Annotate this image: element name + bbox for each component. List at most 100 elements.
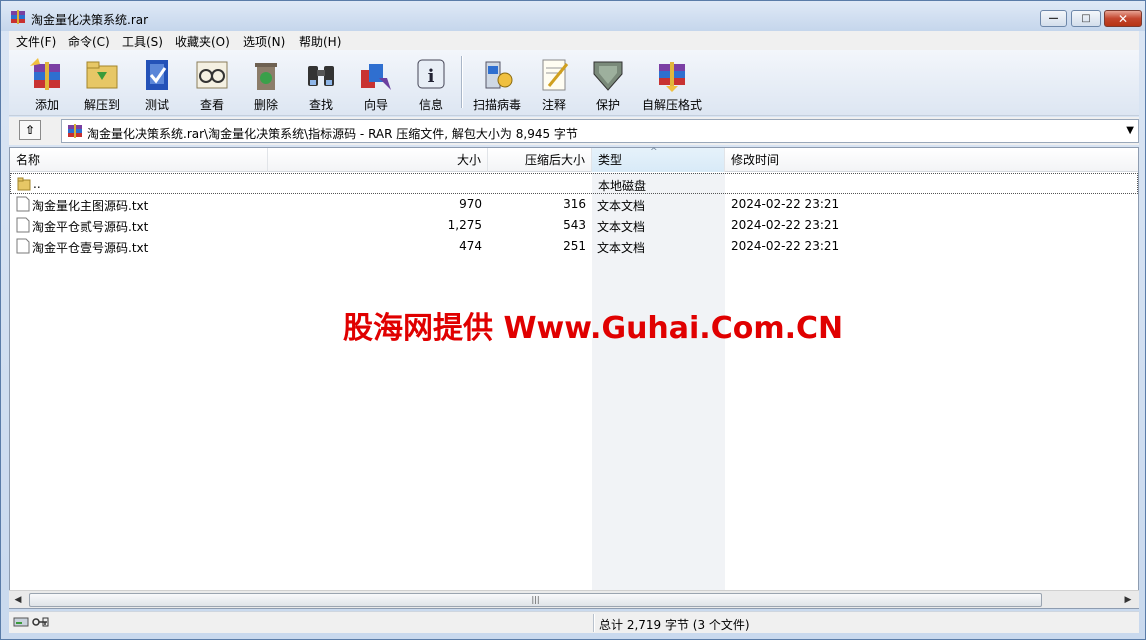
svg-text:i: i bbox=[428, 66, 435, 87]
close-icon: ✕ bbox=[1117, 11, 1129, 26]
file-name: .. bbox=[33, 177, 41, 191]
list-item[interactable]: 淘金平仓贰号源码.txt 1,275 543 文本文档 2024-02-22 2… bbox=[10, 215, 1138, 236]
rar-archive-icon bbox=[68, 124, 82, 138]
up-folder-button[interactable]: ⇧ bbox=[19, 120, 41, 140]
extract-to-button[interactable]: 解压到 bbox=[79, 52, 125, 114]
column-size-label: 大小 bbox=[456, 153, 481, 167]
file-modified: 2024-02-22 23:21 bbox=[731, 218, 840, 232]
toolbar: 添加 解压到 测试 查看 删除 查找 向导 i 信息 扫描病毒 注释 保护 自解… bbox=[9, 50, 1139, 116]
column-modified-label: 修改时间 bbox=[731, 153, 780, 167]
sort-ascending-icon: ^ bbox=[650, 147, 658, 157]
protect-label: 保护 bbox=[595, 98, 620, 112]
minimize-icon: — bbox=[1048, 12, 1059, 24]
view-button[interactable]: 查看 bbox=[189, 52, 235, 114]
maximize-icon: □ bbox=[1081, 12, 1091, 24]
delete-label: 删除 bbox=[253, 98, 278, 112]
winrar-window: 淘金量化决策系统.rar — □ ✕ 文件(F) 命令(C) 工具(S) 收藏夹… bbox=[0, 0, 1146, 640]
list-item-parent-folder[interactable]: .. 本地磁盘 bbox=[10, 173, 1138, 194]
text-file-icon bbox=[16, 196, 30, 212]
address-field[interactable]: 淘金量化决策系统.rar\淘金量化决策系统\指标源码 - RAR 压缩文件, 解… bbox=[61, 119, 1139, 143]
menu-bar: 文件(F) 命令(C) 工具(S) 收藏夹(O) 选项(N) 帮助(H) bbox=[9, 31, 1139, 50]
list-item[interactable]: 淘金量化主图源码.txt 970 316 文本文档 2024-02-22 23:… bbox=[10, 194, 1138, 215]
column-header-size[interactable]: 大小 bbox=[268, 148, 488, 172]
menu-options[interactable]: 选项(N) bbox=[241, 33, 287, 50]
comment-note-icon bbox=[542, 59, 569, 91]
info-label: 信息 bbox=[418, 98, 443, 112]
menu-help[interactable]: 帮助(H) bbox=[297, 33, 343, 50]
maximize-button[interactable]: □ bbox=[1071, 10, 1101, 27]
protect-button[interactable]: 保护 bbox=[585, 52, 631, 114]
test-label: 测试 bbox=[144, 98, 169, 112]
up-arrow-icon: ⇧ bbox=[24, 123, 36, 137]
toolbar-separator bbox=[461, 56, 463, 108]
delete-icon bbox=[255, 63, 277, 90]
scroll-right-icon[interactable]: ▶ bbox=[1121, 593, 1135, 607]
file-size: 474 bbox=[459, 239, 482, 253]
scroll-left-icon[interactable]: ◀ bbox=[11, 593, 25, 607]
file-list: 名称 大小 压缩后大小 类型 修改时间 ^ .. 本地磁盘 淘金量化主图源码.t… bbox=[9, 147, 1139, 609]
file-type: 本地磁盘 bbox=[598, 179, 647, 193]
column-header-packed[interactable]: 压缩后大小 bbox=[488, 148, 592, 172]
view-label: 查看 bbox=[199, 98, 224, 112]
wizard-button[interactable]: 向导 bbox=[353, 52, 399, 114]
chevron-down-icon[interactable]: ▼ bbox=[1126, 125, 1134, 136]
comment-button[interactable]: 注释 bbox=[531, 52, 577, 114]
text-file-icon bbox=[16, 238, 30, 254]
wizard-label: 向导 bbox=[363, 98, 388, 112]
protect-shield-icon bbox=[593, 61, 623, 91]
test-archive-icon bbox=[146, 60, 168, 90]
status-bar: 总计 2,719 字节 (3 个文件) bbox=[9, 611, 1139, 633]
key-icon bbox=[32, 617, 49, 627]
menu-favorites[interactable]: 收藏夹(O) bbox=[173, 33, 232, 50]
watermark-text: 股海网提供 Www.Guhai.Com.CN bbox=[343, 311, 844, 346]
column-header-type[interactable]: 类型 bbox=[592, 148, 725, 172]
file-name: 淘金量化主图源码.txt bbox=[32, 199, 149, 213]
file-size: 970 bbox=[459, 197, 482, 211]
file-type: 文本文档 bbox=[597, 241, 646, 255]
drive-icon bbox=[13, 617, 29, 627]
address-bar: ⇧ 淘金量化决策系统.rar\淘金量化决策系统\指标源码 - RAR 压缩文件,… bbox=[9, 117, 1139, 145]
comment-label: 注释 bbox=[541, 98, 566, 112]
sfx-button[interactable]: 自解压格式 bbox=[639, 52, 705, 114]
test-button[interactable]: 测试 bbox=[134, 52, 180, 114]
column-header-name[interactable]: 名称 bbox=[10, 148, 268, 172]
menu-tools[interactable]: 工具(S) bbox=[120, 33, 165, 50]
scan-virus-icon bbox=[485, 61, 513, 89]
file-type: 文本文档 bbox=[597, 199, 646, 213]
status-divider bbox=[593, 614, 595, 632]
column-name-label: 名称 bbox=[16, 153, 41, 167]
view-glasses-icon bbox=[196, 61, 228, 89]
info-icon: i bbox=[417, 59, 445, 89]
menu-commands[interactable]: 命令(C) bbox=[66, 33, 112, 50]
horizontal-scrollbar[interactable]: ◀ ||| ▶ bbox=[9, 590, 1139, 608]
column-packed-label: 压缩后大小 bbox=[524, 153, 585, 167]
add-button[interactable]: 添加 bbox=[21, 52, 73, 114]
close-button[interactable]: ✕ bbox=[1104, 10, 1142, 27]
sfx-label: 自解压格式 bbox=[641, 98, 702, 112]
column-header-modified[interactable]: 修改时间 bbox=[725, 148, 1138, 172]
file-size: 1,275 bbox=[447, 218, 482, 232]
minimize-button[interactable]: — bbox=[1040, 10, 1067, 27]
title-bar[interactable]: 淘金量化决策系统.rar — □ ✕ bbox=[1, 1, 1145, 31]
extract-folder-icon bbox=[86, 61, 118, 89]
scan-virus-button[interactable]: 扫描病毒 bbox=[469, 52, 525, 114]
folder-icon bbox=[17, 177, 31, 191]
file-type: 文本文档 bbox=[597, 220, 646, 234]
add-label: 添加 bbox=[34, 98, 59, 112]
file-modified: 2024-02-22 23:21 bbox=[731, 197, 840, 211]
list-header: 名称 大小 压缩后大小 类型 修改时间 ^ bbox=[10, 147, 1138, 172]
info-button[interactable]: i 信息 bbox=[408, 52, 454, 114]
file-packed-size: 316 bbox=[563, 197, 586, 211]
extract-to-label: 解压到 bbox=[83, 98, 120, 112]
menu-file[interactable]: 文件(F) bbox=[14, 33, 58, 50]
wizard-icon bbox=[361, 64, 391, 90]
winrar-icon bbox=[11, 10, 25, 24]
scrollbar-thumb[interactable]: ||| bbox=[29, 593, 1042, 607]
find-button[interactable]: 查找 bbox=[298, 52, 344, 114]
column-type-label: 类型 bbox=[598, 153, 623, 167]
list-item[interactable]: 淘金平仓壹号源码.txt 474 251 文本文档 2024-02-22 23:… bbox=[10, 236, 1138, 257]
find-binoculars-icon bbox=[308, 66, 334, 86]
add-archive-icon bbox=[30, 58, 60, 90]
file-modified: 2024-02-22 23:21 bbox=[731, 239, 840, 253]
delete-button[interactable]: 删除 bbox=[243, 52, 289, 114]
